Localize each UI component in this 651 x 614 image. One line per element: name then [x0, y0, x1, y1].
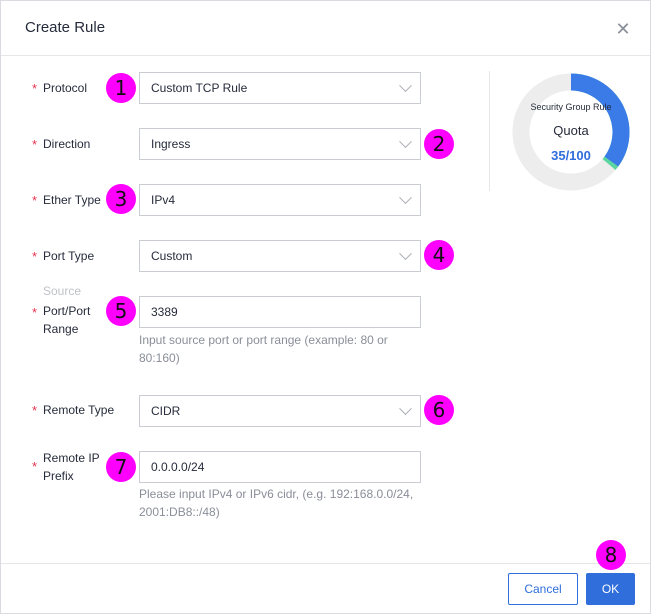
chevron-down-icon	[399, 79, 412, 93]
remote-ip-label: Remote IP Prefix	[43, 451, 100, 483]
required-mark: *	[32, 81, 38, 96]
remote-ip-hint: Please input IPv4 or IPv6 cidr, (e.g. 19…	[139, 487, 414, 519]
dialog-header: Create Rule ✕	[1, 1, 650, 56]
source-port-label-top: Source	[43, 285, 81, 295]
annotation-badge-8: 8	[596, 540, 626, 570]
required-mark: *	[32, 137, 38, 152]
vertical-divider	[489, 71, 490, 191]
annotation-badge-7: 7	[106, 452, 136, 482]
chevron-down-icon	[399, 247, 412, 261]
remote-type-select[interactable]: CIDR	[139, 395, 421, 427]
annotation-badge-3: 3	[106, 184, 136, 214]
ether-type-select[interactable]: IPv4	[139, 184, 421, 216]
remote-type-label: Remote Type	[43, 403, 115, 417]
annotation-badge-1: 1	[106, 73, 136, 103]
annotation-badge-4: 4	[424, 240, 454, 270]
annotation-badge-5: 5	[106, 296, 136, 326]
chevron-down-icon	[399, 402, 412, 416]
protocol-select[interactable]: Custom TCP Rule	[139, 72, 421, 104]
source-port-input[interactable]	[151, 298, 409, 326]
source-label: Source	[43, 285, 82, 295]
dialog-title: Create Rule	[25, 19, 106, 36]
remote-ip-input[interactable]	[151, 453, 409, 481]
create-rule-dialog: Create Rule ✕ * Protocol Custom TCP Rule…	[0, 0, 651, 614]
port-type-value: Custom	[151, 249, 193, 263]
direction-label: Direction	[43, 137, 91, 151]
cancel-button[interactable]: Cancel	[508, 573, 578, 605]
ok-button[interactable]: OK	[586, 573, 635, 605]
source-port-field[interactable]	[139, 296, 421, 328]
chevron-down-icon	[399, 135, 412, 149]
required-mark: *	[32, 305, 38, 320]
remote-type-value: CIDR	[151, 404, 181, 418]
close-icon[interactable]: ✕	[613, 20, 633, 38]
required-mark: *	[32, 459, 38, 474]
annotation-badge-2: 2	[424, 129, 454, 159]
direction-select[interactable]: Ingress	[139, 128, 421, 160]
chevron-down-icon	[399, 191, 412, 205]
protocol-label: Protocol	[43, 81, 88, 95]
ether-type-label: Ether Type	[43, 193, 101, 207]
remote-ip-field[interactable]	[139, 451, 421, 483]
quota-label: Security Group Rule	[530, 102, 612, 112]
port-type-select[interactable]: Custom	[139, 240, 421, 272]
port-type-label: Port Type	[43, 249, 95, 263]
source-port-hint: Input source port or port range (example…	[139, 333, 388, 365]
required-mark: *	[32, 403, 38, 418]
annotation-badge-6: 6	[424, 395, 454, 425]
required-mark: *	[32, 193, 38, 208]
quota-title: Quota	[553, 123, 589, 138]
required-mark: *	[32, 249, 38, 264]
protocol-value: Custom TCP Rule	[151, 81, 248, 95]
quota-value: 35/100	[551, 148, 591, 163]
direction-value: Ingress	[151, 137, 191, 151]
quota-donut: Security Group Rule Quota 35/100	[510, 71, 632, 193]
source-port-label: Port/Port Range	[43, 304, 91, 336]
ether-type-value: IPv4	[151, 193, 176, 207]
